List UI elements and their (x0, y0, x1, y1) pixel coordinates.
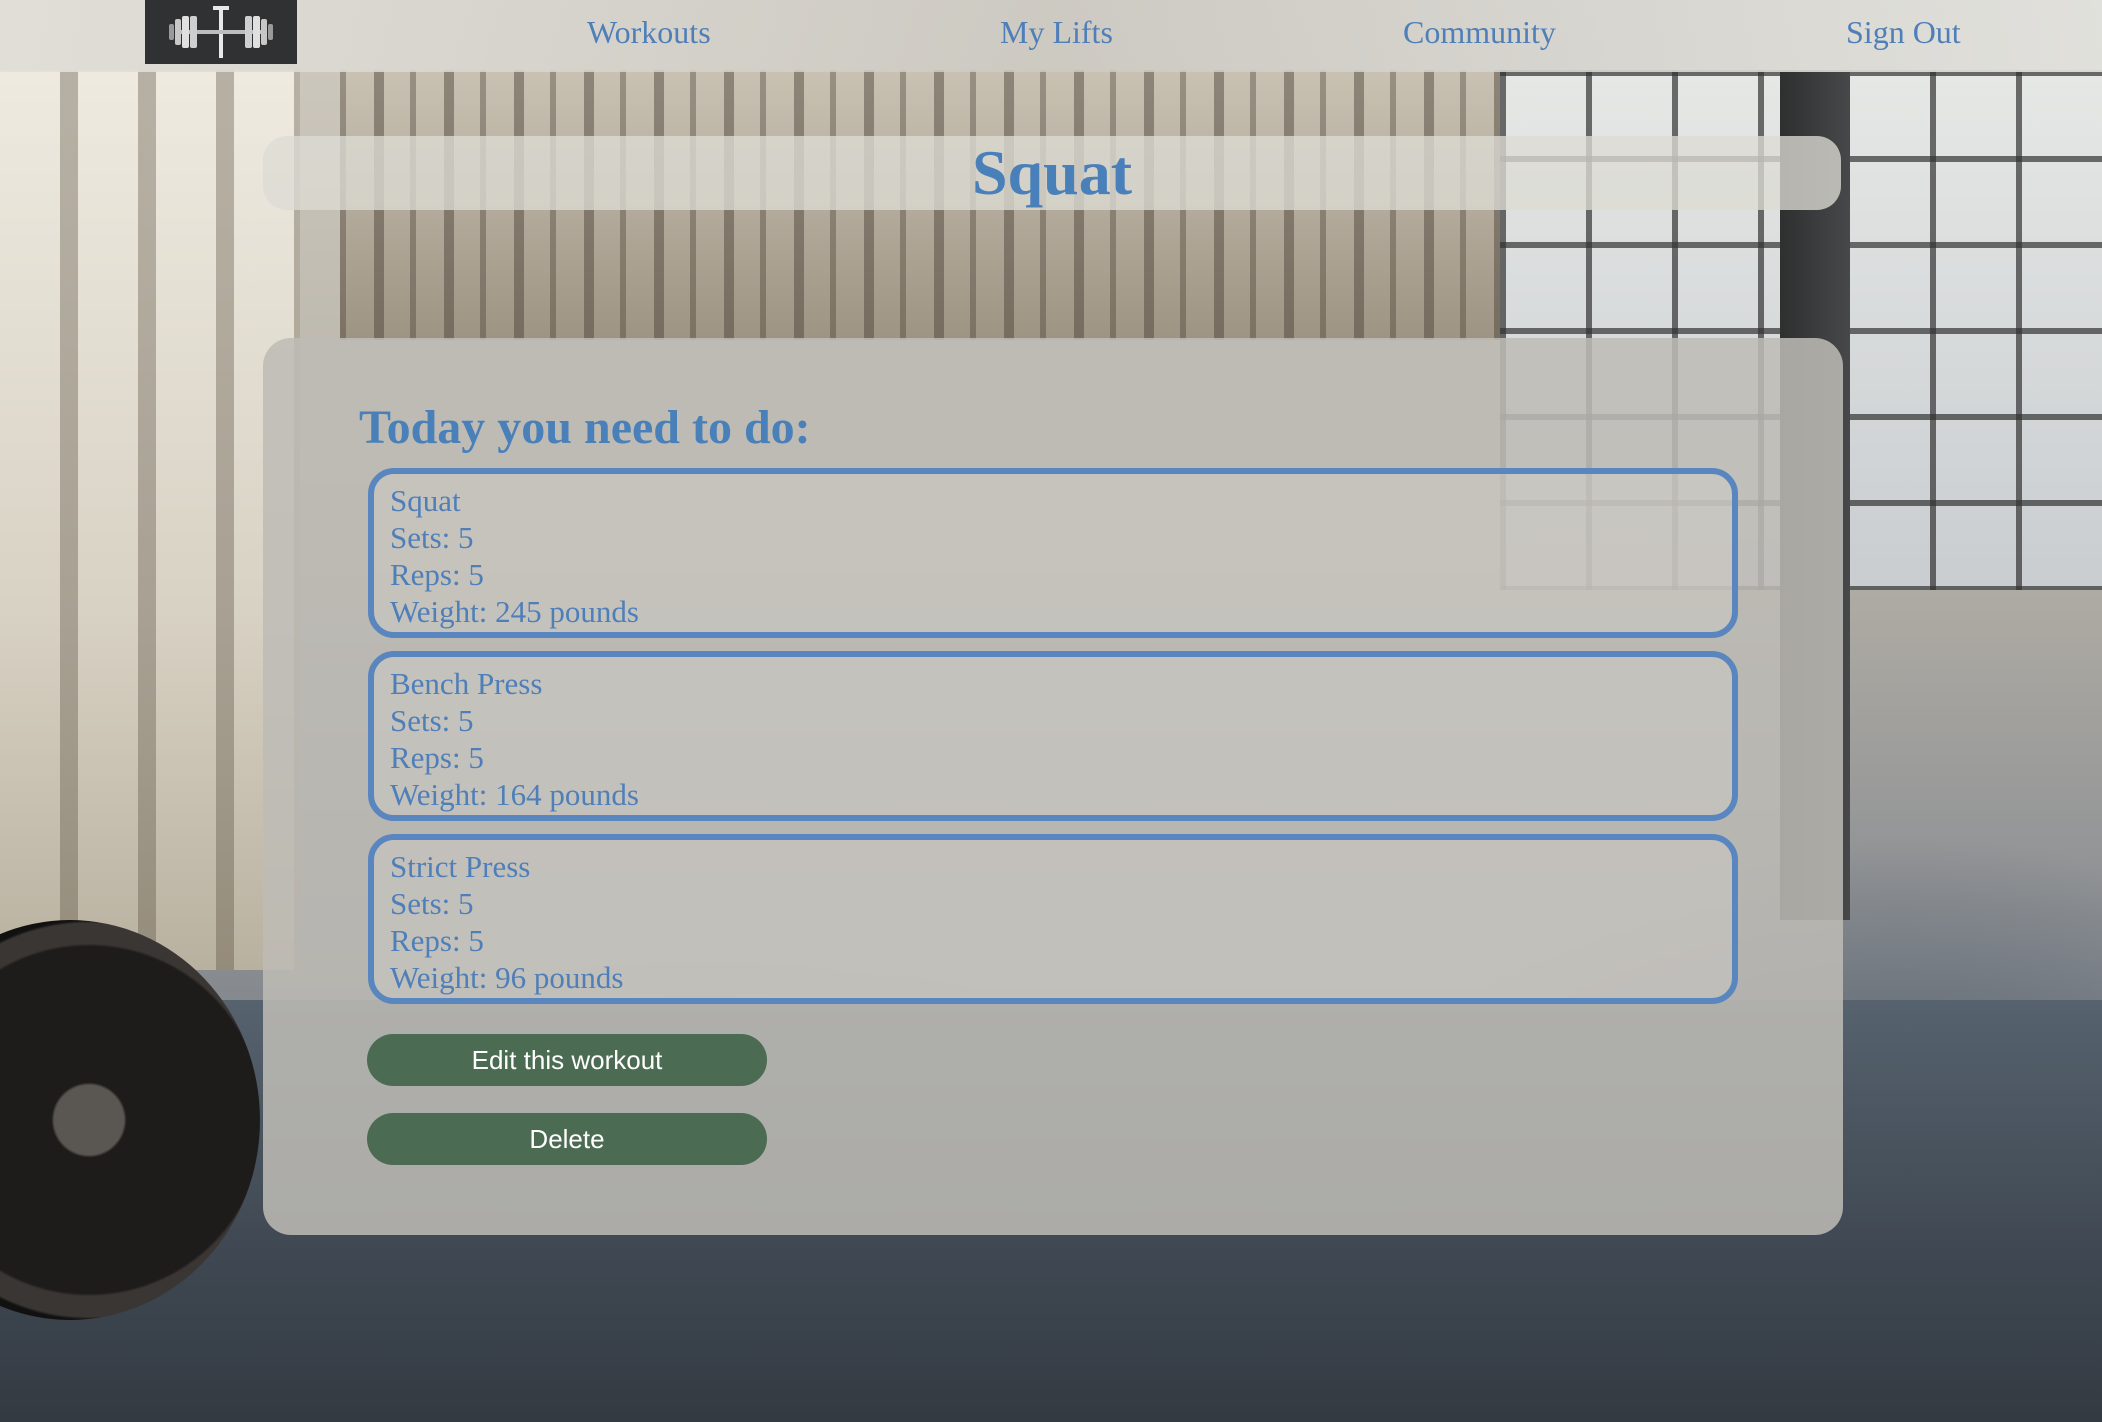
exercise-name: Strict Press (390, 849, 531, 884)
nav-link-my-lifts[interactable]: My Lifts (1000, 14, 1113, 51)
exercise-weight: Weight: 164 pounds (390, 777, 639, 812)
title-banner: Squat (263, 136, 1841, 210)
exercise-list: Squat Sets: 5 Reps: 5 Weight: 245 pounds… (368, 468, 1738, 1017)
workout-card: Today you need to do: Squat Sets: 5 Reps… (263, 338, 1843, 1235)
nav-link-community[interactable]: Community (1403, 14, 1556, 51)
nav-link-workouts[interactable]: Workouts (587, 14, 711, 51)
home-logo[interactable] (145, 0, 297, 64)
exercise-sets: Sets: 5 (390, 520, 474, 555)
edit-workout-button[interactable]: Edit this workout (367, 1034, 767, 1086)
exercise-reps: Reps: 5 (390, 557, 484, 592)
barbell-logo-icon (169, 6, 273, 58)
exercise-sets: Sets: 5 (390, 703, 474, 738)
nav-link-sign-out[interactable]: Sign Out (1846, 14, 1961, 51)
exercise-weight: Weight: 96 pounds (390, 960, 624, 995)
exercise-weight: Weight: 245 pounds (390, 594, 639, 629)
exercise-sets: Sets: 5 (390, 886, 474, 921)
background-window-left (0, 70, 300, 970)
exercise-reps: Reps: 5 (390, 740, 484, 775)
exercise-name: Bench Press (390, 666, 543, 701)
delete-workout-button[interactable]: Delete (367, 1113, 767, 1165)
exercise-item-squat[interactable]: Squat Sets: 5 Reps: 5 Weight: 245 pounds (368, 468, 1738, 638)
exercise-item-bench-press[interactable]: Bench Press Sets: 5 Reps: 5 Weight: 164 … (368, 651, 1738, 821)
exercise-name: Squat (390, 483, 461, 518)
section-heading: Today you need to do: (359, 401, 811, 454)
exercise-reps: Reps: 5 (390, 923, 484, 958)
top-navbar: Workouts My Lifts Community Sign Out (0, 0, 2102, 72)
exercise-item-strict-press[interactable]: Strict Press Sets: 5 Reps: 5 Weight: 96 … (368, 834, 1738, 1004)
page-title: Squat (971, 137, 1133, 208)
